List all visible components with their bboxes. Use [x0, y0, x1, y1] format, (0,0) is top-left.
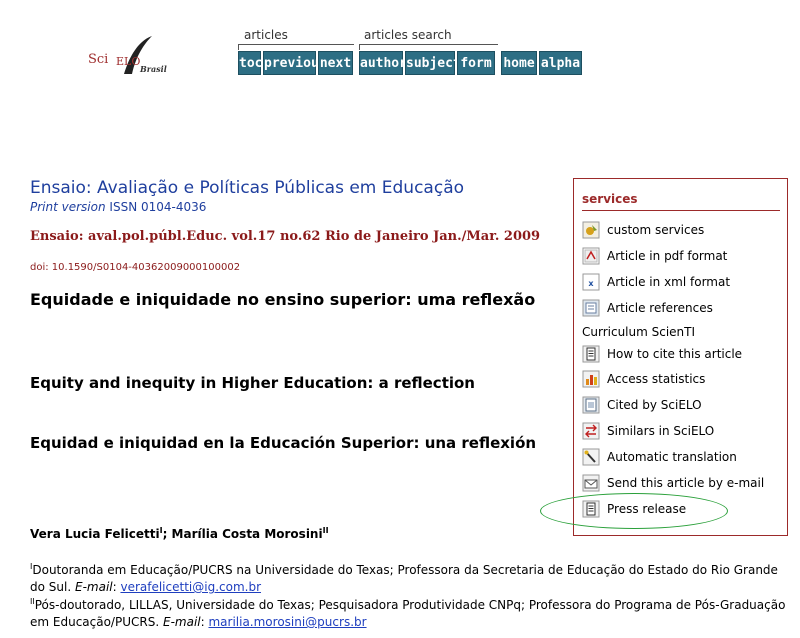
email-label: E-mail	[162, 615, 201, 629]
service-label: Automatic translation	[607, 450, 737, 464]
scielo-logo[interactable]: Sci ELO Brasil	[86, 34, 176, 78]
service-custom-services[interactable]: custom services	[582, 220, 704, 240]
service-label: Article references	[607, 301, 713, 315]
email-link[interactable]: marilia.morosini@pucrs.br	[208, 615, 366, 629]
service-cited-by-scielo[interactable]: Cited by SciELO	[582, 395, 702, 415]
author-separator: ;	[162, 527, 172, 541]
service-label: Article in xml format	[607, 275, 731, 289]
service-label: Article in pdf format	[607, 249, 728, 263]
statistics-icon	[582, 370, 600, 388]
articles-search-bracket	[359, 44, 498, 50]
logo-elo-text: ELO	[116, 55, 141, 68]
articles-label: articles	[242, 28, 290, 42]
similars-icon	[582, 422, 600, 440]
service-label: How to cite this article	[607, 347, 743, 361]
print-version-label: Print version	[30, 200, 106, 214]
logo-brasil-text: Brasil	[140, 64, 167, 74]
service-label: Access statistics	[607, 372, 706, 386]
email-label: E-mail	[74, 580, 113, 594]
services-panel: services custom services Article in pdf …	[573, 178, 788, 536]
service-send-by-email[interactable]: Send this article by e-mail	[582, 473, 764, 493]
service-similars-in-scielo[interactable]: Similars in SciELO	[582, 421, 714, 441]
article-title-es: Equidad e iniquidad en la Educación Supe…	[30, 434, 537, 452]
service-xml[interactable]: x Article in xml format	[582, 272, 730, 292]
references-icon	[582, 299, 600, 317]
email-icon	[582, 474, 600, 492]
previous-button[interactable]: previous	[263, 51, 327, 75]
authors: Vera Lucia FelicettiI; Marília Costa Mor…	[30, 526, 329, 541]
services-divider	[582, 210, 780, 211]
service-pdf[interactable]: Article in pdf format	[582, 246, 727, 266]
svg-text:x: x	[588, 279, 594, 288]
custom-services-icon	[582, 221, 600, 239]
email-link[interactable]: verafelicetti@ig.com.br	[120, 580, 261, 594]
alpha-button[interactable]: alpha	[539, 51, 582, 75]
author-name: Vera Lucia Felicetti	[30, 527, 160, 541]
subject-button[interactable]: subject	[405, 51, 461, 75]
article-title-en: Equity and inequity in Higher Education:…	[30, 374, 475, 392]
next-button[interactable]: next	[318, 51, 353, 75]
services-title: services	[582, 192, 638, 206]
article-title-pt: Equidade e iniquidade no ensino superior…	[30, 290, 536, 309]
affiliation: IDoutoranda em Educação/PUCRS na Univers…	[30, 562, 778, 594]
logo-sci-text: Sci	[88, 52, 109, 67]
affiliation-text: Pós-doutorado, LILLAS, Universidade do T…	[30, 598, 786, 629]
affiliation: IIPós-doutorado, LILLAS, Universidade do…	[30, 597, 786, 629]
service-automatic-translation[interactable]: Automatic translation	[582, 447, 737, 467]
service-access-statistics[interactable]: Access statistics	[582, 369, 705, 389]
service-how-to-cite[interactable]: How to cite this article	[582, 344, 742, 364]
doi: doi: 10.1590/S0104-40362009000100002	[30, 262, 241, 273]
author-sup: II	[322, 526, 329, 535]
service-references[interactable]: Article references	[582, 298, 713, 318]
issn: ISSN 0104-4036	[109, 200, 207, 214]
curriculum-scienti-link[interactable]: Curriculum ScienTI	[582, 325, 695, 339]
issue-line: Ensaio: aval.pol.públ.Educ. vol.17 no.62…	[30, 229, 541, 244]
pdf-icon	[582, 247, 600, 265]
service-label: Similars in SciELO	[607, 424, 715, 438]
service-label: Send this article by e-mail	[607, 476, 765, 490]
service-label: custom services	[607, 223, 705, 237]
cited-icon	[582, 396, 600, 414]
articles-bracket	[238, 44, 354, 50]
print-version: Print version ISSN 0104-4036	[30, 200, 206, 214]
translation-icon	[582, 448, 600, 466]
cite-icon	[582, 345, 600, 363]
journal-title[interactable]: Ensaio: Avaliação e Políticas Públicas e…	[30, 178, 464, 198]
form-button[interactable]: form	[457, 51, 495, 75]
service-label: Cited by SciELO	[607, 398, 702, 412]
author-name: Marília Costa Morosini	[171, 527, 323, 541]
toc-button[interactable]: toc	[238, 51, 262, 75]
home-button[interactable]: home	[501, 51, 537, 75]
author-button[interactable]: author	[359, 51, 407, 75]
press-release-highlight	[540, 493, 728, 529]
articles-search-label: articles search	[362, 28, 454, 42]
xml-icon: x	[582, 273, 600, 291]
